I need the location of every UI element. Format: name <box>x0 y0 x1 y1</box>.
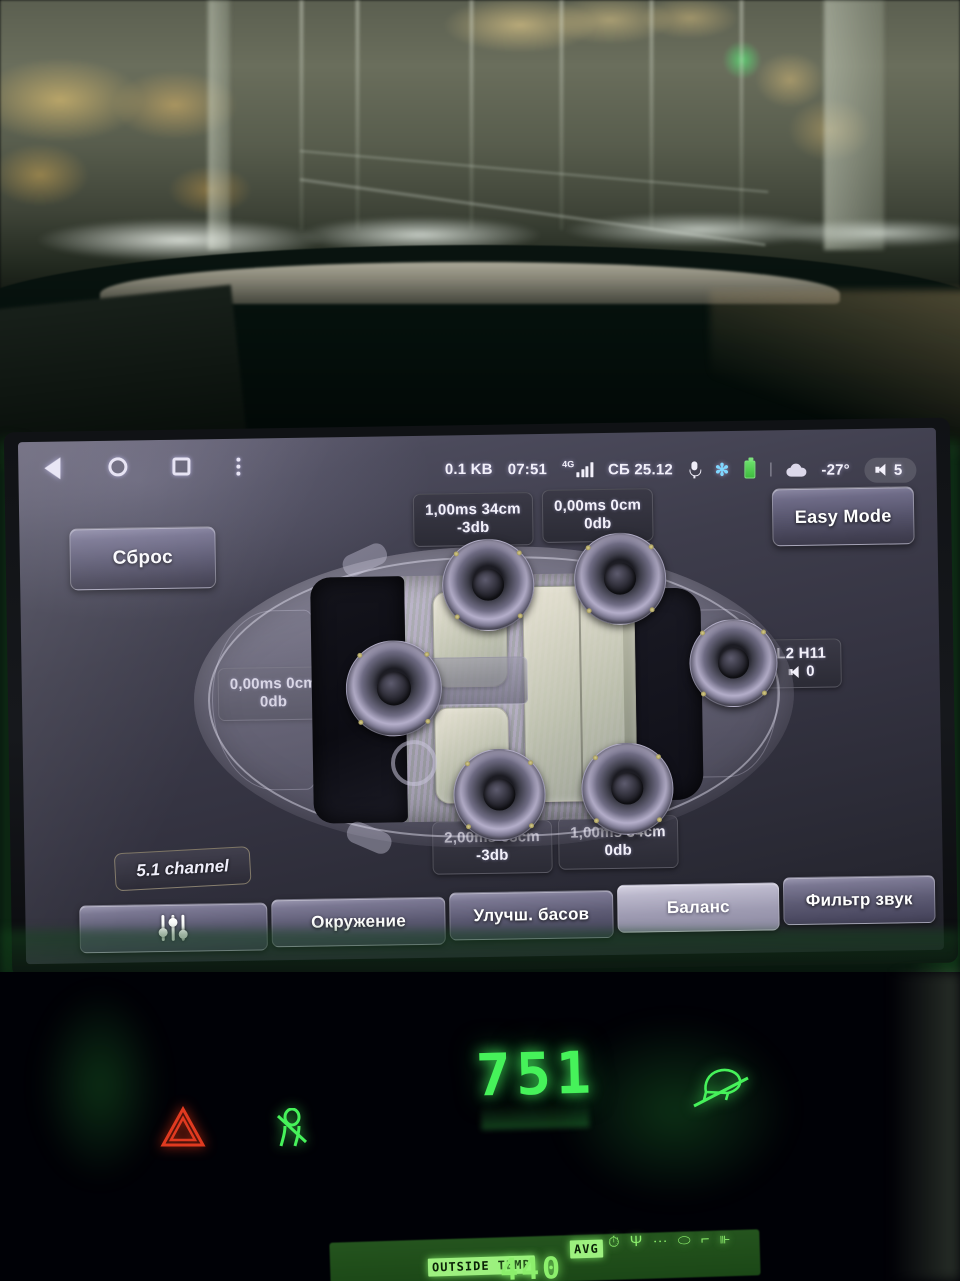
date-text: СБ 25.12 <box>607 460 673 478</box>
network-type-label: 4G <box>562 458 575 469</box>
volume-indicator[interactable]: 5 <box>864 457 917 483</box>
fr-distance: 0cm <box>610 496 642 514</box>
status-indicators: 0.1 KB 07:51 4G СБ 25.12 ✻ -27° 5 <box>444 456 937 483</box>
android-nav-bar <box>18 457 258 480</box>
traction-control-icon <box>272 1107 312 1150</box>
fl-distance: 34cm <box>481 500 521 518</box>
divider <box>770 462 772 477</box>
trip-computer-digits: 440 <box>499 1251 564 1281</box>
fr-gain: 0db <box>584 515 612 533</box>
data-usage-text: 0.1 KB <box>444 460 493 478</box>
incline-assist-icon <box>690 1058 752 1112</box>
speaker-front-left[interactable] <box>441 538 535 632</box>
signal-bars-icon: 4G <box>562 458 594 477</box>
volume-level-text: 5 <box>893 461 903 479</box>
temperature-text: -27° <box>821 461 850 479</box>
photo-of-car-interior: 0.1 KB 07:51 4G СБ 25.12 ✻ -27° 5 Сброс … <box>0 0 960 1281</box>
cloud-icon <box>786 463 806 476</box>
speaker-front-right[interactable] <box>573 532 667 626</box>
easy-mode-button[interactable]: Easy Mode <box>771 486 915 547</box>
sr-gain: 0 <box>806 663 815 681</box>
bluetooth-icon[interactable]: ✻ <box>715 460 729 479</box>
clock-text: 07:51 <box>507 460 548 478</box>
rl-gain: -3db <box>475 846 509 865</box>
speaker-rear-right[interactable] <box>580 741 675 836</box>
speaker-side-left[interactable] <box>345 639 443 738</box>
status-bar: 0.1 KB 07:51 4G СБ 25.12 ✻ -27° 5 <box>18 448 936 490</box>
microphone-icon[interactable] <box>688 461 700 479</box>
car-top-view-diagram[interactable] <box>191 532 797 857</box>
sr-highpass: H11 <box>798 644 827 663</box>
speaker-chip-front-left[interactable]: 1,00ms 34cm -3db <box>412 492 534 547</box>
battery-icon <box>744 460 756 479</box>
head-unit-display: 0.1 KB 07:51 4G СБ 25.12 ✻ -27° 5 Сброс … <box>3 417 959 978</box>
fr-delay: 0,00ms <box>553 497 607 515</box>
speaker-icon <box>876 463 889 476</box>
fl-gain: -3db <box>456 519 490 537</box>
recents-square-icon[interactable] <box>172 457 194 479</box>
home-circle-icon[interactable] <box>108 457 130 479</box>
speaker-rear-left[interactable] <box>452 748 547 842</box>
cluster-clock: 751 <box>475 1038 597 1110</box>
cluster-edge-glow <box>890 972 960 1281</box>
speaker-chip-front-right[interactable]: 0,00ms 0cm 0db <box>541 488 654 543</box>
speaker-side-right[interactable] <box>688 618 779 708</box>
cluster-glow <box>40 990 160 1180</box>
avg-label: AVG <box>569 1239 603 1259</box>
sound-filter-button[interactable]: Фильтр звук <box>782 874 936 926</box>
hazard-warning-icon <box>160 1105 206 1148</box>
fl-delay: 1,00ms <box>424 501 478 519</box>
back-triangle-icon[interactable] <box>44 457 66 480</box>
overflow-dots-icon[interactable] <box>236 457 258 480</box>
audio-settings-screen: 0.1 KB 07:51 4G СБ 25.12 ✻ -27° 5 Сброс … <box>17 427 945 965</box>
balance-button[interactable]: Баланс <box>616 882 780 933</box>
